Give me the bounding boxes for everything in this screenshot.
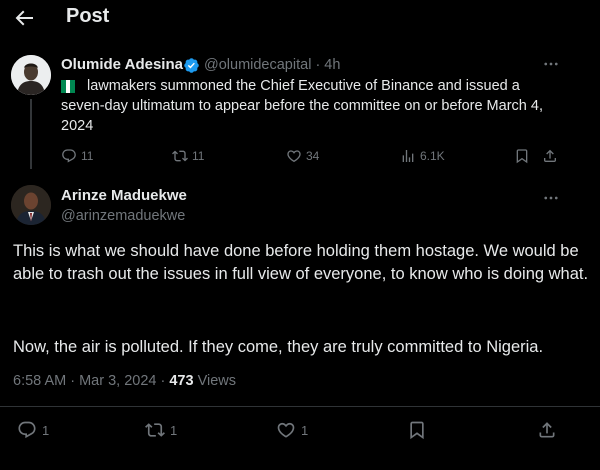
repost-count: 1 (170, 422, 178, 438)
repost-button[interactable]: 1 (145, 420, 177, 440)
share-icon (544, 149, 556, 162)
post-text-paragraph: This is what we should have done before … (13, 242, 589, 283)
repost-count: 11 (192, 149, 205, 163)
more-dots-icon (544, 196, 558, 200)
more-options-button[interactable] (542, 55, 560, 73)
author-name[interactable]: Arinze Maduekwe (61, 187, 187, 204)
reply-count: 1 (42, 422, 50, 438)
avatar[interactable] (11, 185, 51, 225)
post-text: lawmakers summoned the Chief Executive o… (61, 76, 551, 136)
heart-icon (287, 150, 301, 163)
arrow-left-icon (15, 10, 33, 26)
views-button[interactable]: 6.1K (400, 148, 445, 164)
avatar-image (11, 55, 51, 95)
like-count: 1 (301, 422, 309, 438)
bookmark-icon (410, 421, 424, 440)
more-dots-icon (544, 62, 558, 66)
reply-button[interactable]: 1 (17, 420, 49, 440)
thread-line (30, 99, 32, 169)
post-time[interactable]: 6:58 AM · Mar 3, 2024 · (13, 373, 169, 389)
like-button[interactable]: 1 (276, 420, 308, 440)
avatar[interactable] (11, 55, 51, 95)
post-text-content: lawmakers summoned the Chief Executive o… (61, 78, 543, 134)
bookmark-button[interactable] (514, 148, 530, 164)
share-button[interactable] (537, 420, 557, 440)
like-button[interactable]: 34 (286, 148, 319, 164)
back-button[interactable] (12, 6, 36, 30)
divider (0, 406, 600, 407)
repost-button[interactable]: 11 (172, 148, 204, 164)
avatar-image (11, 185, 51, 225)
share-button[interactable] (542, 148, 558, 164)
verified-badge-icon (183, 57, 200, 74)
repost-icon (145, 423, 165, 437)
views-count: 6.1K (420, 149, 445, 163)
post-timestamp-views: 6:58 AM · Mar 3, 2024 · 473 Views (13, 373, 236, 389)
analytics-icon (402, 150, 414, 162)
author-handle-time[interactable]: @olumidecapital · 4h (204, 57, 340, 73)
bookmark-button[interactable] (407, 420, 427, 440)
bookmark-icon (516, 149, 528, 164)
like-count: 34 (306, 149, 320, 163)
author-handle[interactable]: @arinzemaduekwe (61, 208, 185, 224)
reply-icon (62, 149, 76, 163)
post-text-paragraph: Now, the air is polluted. If they come, … (13, 338, 544, 356)
page-title: Post (66, 5, 110, 27)
repost-icon (172, 150, 188, 162)
reply-button[interactable]: 11 (61, 148, 93, 164)
reply-icon (18, 421, 36, 439)
heart-icon (277, 422, 295, 438)
reply-count: 11 (81, 149, 94, 163)
views-count: 473 (169, 373, 194, 389)
author-name[interactable]: Olumide Adesina (61, 56, 183, 73)
views-label: Views (193, 373, 237, 389)
more-options-button[interactable] (542, 189, 560, 207)
share-icon (539, 422, 555, 438)
